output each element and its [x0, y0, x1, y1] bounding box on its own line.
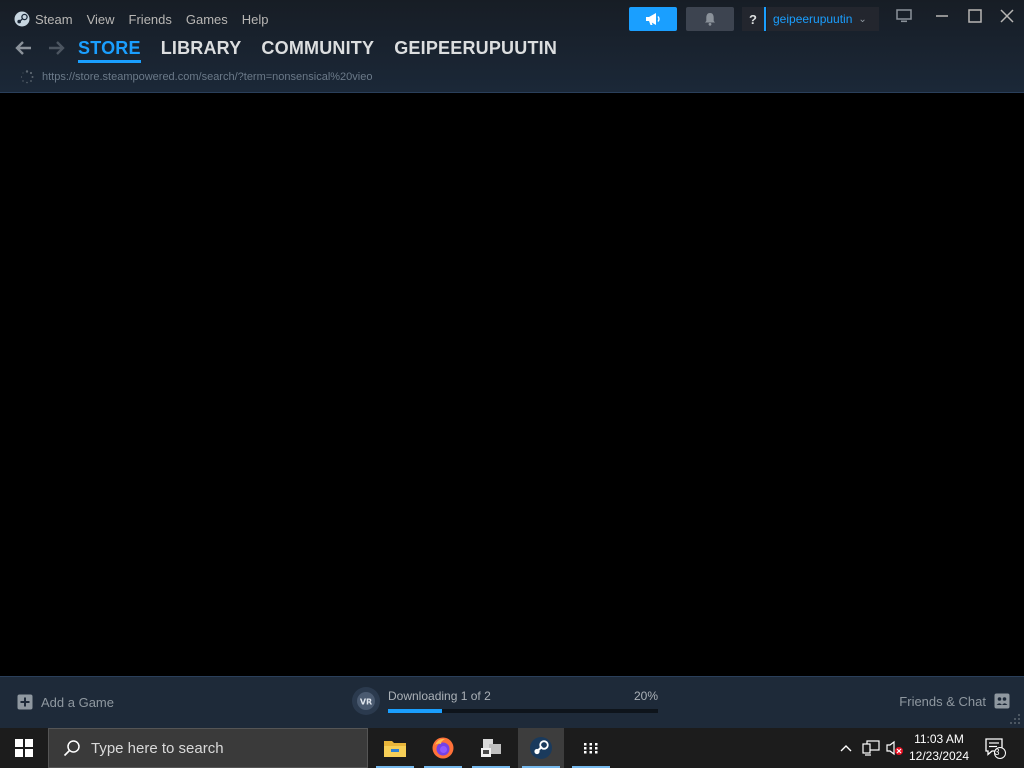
menu-games[interactable]: Games	[186, 12, 228, 27]
friends-chat-label: Friends & Chat	[899, 693, 986, 709]
announcements-button[interactable]	[629, 7, 677, 31]
download-percent: 20%	[633, 689, 658, 703]
menu-view[interactable]: View	[87, 12, 115, 27]
minimize-button[interactable]	[928, 4, 956, 28]
tab-store[interactable]: STORE	[78, 38, 141, 63]
network-icon	[862, 740, 880, 756]
clock-date: 12/23/2024	[908, 749, 970, 763]
store-content-area	[0, 93, 1024, 676]
account-name: geipeerupuutin	[773, 12, 853, 26]
taskbar-steam[interactable]	[518, 728, 564, 768]
menu-friends[interactable]: Friends	[129, 12, 172, 27]
firefox-icon	[432, 737, 454, 759]
help-button[interactable]: ?	[742, 7, 766, 31]
svg-text:VR: VR	[360, 698, 372, 707]
friends-icon	[994, 693, 1010, 709]
menu-bar: Steam View Friends Games Help	[14, 10, 283, 28]
megaphone-icon	[646, 13, 660, 25]
plus-square-icon	[17, 694, 33, 710]
download-progress-track	[388, 709, 658, 713]
arrow-left-icon	[15, 41, 31, 55]
taskbar-firefox[interactable]	[420, 728, 466, 768]
clock-time: 11:03 AM	[914, 732, 964, 746]
account-menu-button[interactable]: geipeerupuutin ⌄	[767, 7, 879, 31]
add-game-button[interactable]: Add a Game	[17, 694, 114, 710]
menu-help[interactable]: Help	[242, 12, 269, 27]
speaker-muted-icon	[886, 740, 903, 756]
back-button[interactable]	[14, 38, 34, 58]
search-icon	[63, 740, 80, 757]
taskbar-app-grid[interactable]	[568, 728, 614, 768]
app-grid-icon	[584, 743, 598, 754]
maximize-button[interactable]	[961, 4, 989, 28]
loading-spinner-icon	[20, 70, 34, 84]
menu-steam[interactable]: Steam	[14, 11, 73, 27]
add-game-label: Add a Game	[41, 694, 114, 710]
tab-library[interactable]: LIBRARY	[161, 38, 242, 59]
vm-app-icon	[481, 739, 501, 757]
chevron-down-icon: ⌄	[858, 13, 867, 25]
arrow-right-icon	[49, 41, 65, 55]
steam-bottom-bar: Add a Game VR Downloading 1 of 2 20% Fri…	[0, 676, 1024, 728]
taskbar-clock[interactable]: 11:03 AM 12/23/2024	[904, 731, 974, 765]
tab-community[interactable]: COMMUNITY	[261, 38, 374, 59]
windows-taskbar: Type here to search 11:03 AM 12/23/2024 …	[0, 728, 1024, 768]
search-placeholder: Type here to search	[91, 739, 224, 757]
url-bar: https://store.steampowered.com/search/?t…	[20, 70, 372, 84]
tab-profile[interactable]: GEIPEERUPUUTIN	[394, 38, 557, 59]
steam-window: Steam View Friends Games Help STORE LIBR…	[0, 0, 1024, 728]
monitor-icon	[896, 9, 912, 23]
taskbar-search-box[interactable]: Type here to search	[48, 728, 368, 768]
close-icon	[1000, 9, 1014, 23]
start-button[interactable]	[0, 728, 48, 768]
chevron-up-icon	[840, 745, 852, 752]
friends-chat-button[interactable]: Friends & Chat	[899, 693, 1010, 709]
menu-steam-label: Steam	[35, 11, 73, 27]
notifications-button[interactable]	[686, 7, 734, 31]
vr-game-icon: VR	[352, 687, 380, 715]
bell-icon	[705, 13, 715, 26]
download-status-text: Downloading 1 of 2	[388, 689, 491, 703]
download-progress-fill	[388, 709, 442, 713]
main-nav: STORE LIBRARY COMMUNITY GEIPEERUPUUTIN	[14, 36, 577, 63]
maximize-icon	[968, 9, 982, 23]
url-text[interactable]: https://store.steampowered.com/search/?t…	[42, 71, 372, 83]
network-status-button[interactable]	[860, 728, 882, 768]
forward-button[interactable]	[46, 38, 66, 58]
notification-count-badge: 3	[994, 747, 1000, 757]
action-center-button[interactable]: 3	[980, 728, 1010, 768]
steam-logo-icon	[14, 11, 30, 27]
close-button[interactable]	[993, 4, 1021, 28]
download-status[interactable]: VR Downloading 1 of 2 20%	[352, 687, 662, 719]
minimize-icon	[936, 15, 948, 17]
steam-icon	[530, 737, 552, 759]
show-hidden-icons-button[interactable]	[836, 728, 856, 768]
steam-titlebar: Steam View Friends Games Help STORE LIBR…	[0, 0, 1024, 93]
taskbar-vm-app[interactable]	[468, 728, 514, 768]
windows-logo-icon	[15, 739, 33, 757]
volume-button[interactable]	[884, 728, 906, 768]
taskbar-file-explorer[interactable]	[372, 728, 418, 768]
resize-grip-icon[interactable]	[1009, 713, 1021, 725]
file-explorer-icon	[384, 741, 406, 757]
big-picture-button[interactable]	[890, 4, 918, 28]
